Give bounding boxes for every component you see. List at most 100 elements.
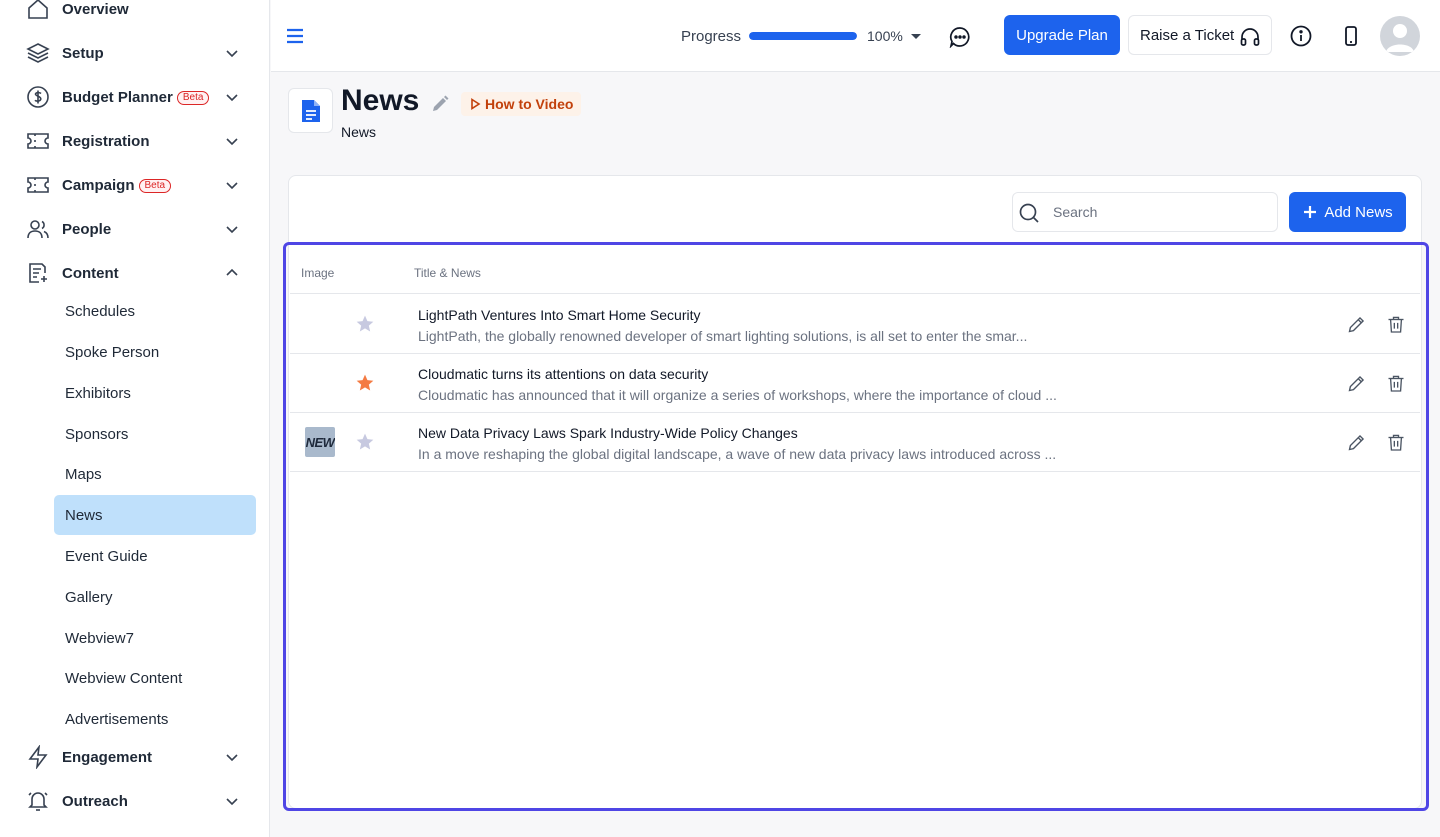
raise-ticket-label: Raise a Ticket [1140,26,1235,44]
chevron-down-icon [226,226,238,234]
lightning-icon [26,745,50,769]
star-icon[interactable] [355,314,375,334]
sidebar-sub-webview-content[interactable]: Webview Content [54,658,256,698]
star-icon[interactable] [355,432,375,452]
column-header-title-news: Title & News [414,266,481,280]
table-row[interactable]: Cloudmatic turns its attentions on data … [290,354,1420,413]
plus-icon [1304,206,1317,218]
table-row[interactable]: LightPath Ventures Into Smart Home Secur… [290,295,1420,354]
ticket-icon [26,129,50,153]
sidebar-sub-news[interactable]: News [54,495,256,535]
sidebar-sub-event-guide[interactable]: Event Guide [54,536,256,576]
edit-pencil-icon[interactable] [1346,373,1367,394]
pencil-icon[interactable] [430,94,450,114]
sidebar-item-content[interactable]: Content [0,253,269,293]
chevron-down-icon [226,182,238,190]
table-header: Image Title & News [290,250,1420,294]
add-news-button[interactable]: Add News [1289,192,1406,232]
progress-label: Progress [681,28,742,45]
document-icon [301,99,320,122]
news-title: New Data Privacy Laws Spark Industry-Wid… [418,425,798,441]
document-plus-icon [26,261,50,285]
sidebar-item-label: Content [62,264,119,282]
how-to-video-button[interactable]: How to Video [461,92,582,116]
sidebar-sub-exhibitors[interactable]: Exhibitors [54,373,256,413]
ticket-icon [26,173,50,197]
news-description: In a move reshaping the global digital l… [418,446,1057,462]
beta-badge: Beta [138,178,172,193]
sidebar-item-label-wrap: Budget Planner Beta [62,88,210,106]
sidebar-sub-webview7[interactable]: Webview7 [54,618,256,658]
column-header-image: Image [301,266,335,280]
upgrade-plan-button[interactable]: Upgrade Plan [1004,15,1120,55]
sidebar-item-people[interactable]: People [0,209,269,249]
chevron-down-icon [226,754,238,762]
search-icon [1019,203,1039,223]
add-news-label: Add News [1324,203,1393,221]
sidebar-item-outreach[interactable]: Outreach [0,781,269,821]
chevron-down-icon [226,94,238,102]
hamburger-menu-icon[interactable] [285,26,305,46]
bell-icon [26,789,50,813]
news-title: LightPath Ventures Into Smart Home Secur… [418,307,701,323]
news-description: LightPath, the globally renowned develop… [418,328,1028,344]
chevron-down-icon [226,50,238,58]
sidebar-sub-maps[interactable]: Maps [54,454,256,494]
progress-fill [749,32,857,40]
search-input[interactable] [1053,193,1273,231]
table-row[interactable]: NEW New Data Privacy Laws Spark Industry… [290,413,1420,472]
how-to-video-label: How to Video [485,96,574,112]
sidebar-item-label: Registration [62,132,150,150]
play-icon [471,98,481,110]
sidebar-item-label-wrap: Campaign Beta [62,176,172,194]
beta-badge: Beta [176,90,210,105]
progress-dropdown-caret-icon[interactable] [911,34,921,39]
user-avatar[interactable] [1380,16,1420,56]
trash-icon[interactable] [1386,373,1406,394]
sidebar-item-label: People [62,220,112,238]
star-icon[interactable] [355,373,375,393]
sidebar-item-label: Budget Planner [62,88,173,106]
trash-icon[interactable] [1386,432,1406,453]
sidebar-item-label: Overview [62,0,129,18]
chevron-up-icon [226,268,238,276]
sidebar-sub-schedules[interactable]: Schedules [54,291,256,331]
progress-bar [749,32,857,40]
sidebar-item-label: Campaign [62,176,135,194]
chat-icon[interactable] [949,26,971,48]
sidebar-item-label: Engagement [62,748,153,766]
sidebar-item-label: Setup [62,44,104,62]
sidebar-item-engagement[interactable]: Engagement [0,737,269,777]
sidebar: Overview Setup Budget Planner Beta Regist… [0,0,270,837]
page-icon-box [288,88,333,133]
page-subtitle: News [341,124,377,140]
raise-ticket-button[interactable]: Raise a Ticket [1128,15,1272,55]
mobile-phone-icon[interactable] [1340,25,1362,47]
sidebar-item-registration[interactable]: Registration [0,121,269,161]
search-box [1012,192,1278,232]
news-thumbnail: NEW [305,427,335,457]
user-silhouette-icon [1386,24,1414,52]
trash-icon[interactable] [1386,314,1406,335]
top-header: Progress 100% Upgrade Plan Raise a Ticke… [271,0,1440,72]
sidebar-item-label: Outreach [62,792,128,810]
chevron-down-icon [226,138,238,146]
edit-pencil-icon[interactable] [1346,314,1367,335]
sidebar-sub-spoke-person[interactable]: Spoke Person [54,332,256,372]
sidebar-item-campaign[interactable]: Campaign Beta [0,165,269,205]
news-title: Cloudmatic turns its attentions on data … [418,366,709,382]
sidebar-sub-sponsors[interactable]: Sponsors [54,414,256,454]
headset-icon [1240,28,1260,46]
edit-pencil-icon[interactable] [1346,432,1367,453]
progress-percent: 100% [867,28,903,44]
sidebar-item-overview[interactable]: Overview [0,0,269,29]
news-description: Cloudmatic has announced that it will or… [418,387,1057,403]
info-icon[interactable] [1290,25,1312,47]
sidebar-sub-gallery[interactable]: Gallery [54,577,256,617]
sidebar-item-setup[interactable]: Setup [0,33,269,73]
chevron-down-icon [226,798,238,806]
news-thumbnail-text: NEW [305,434,335,450]
sidebar-item-budget-planner[interactable]: Budget Planner Beta [0,77,269,117]
page-title: News [341,84,420,117]
sidebar-sub-advertisements[interactable]: Advertisements [54,699,256,739]
